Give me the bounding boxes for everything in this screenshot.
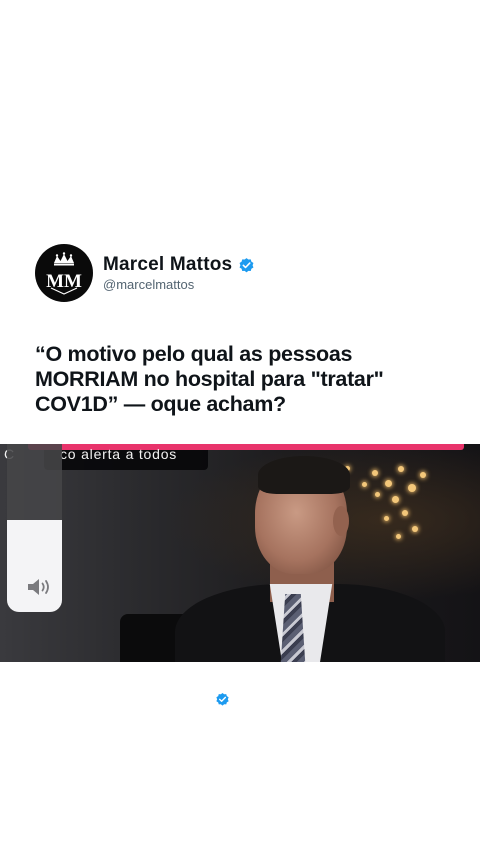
- bokeh-light: [384, 516, 389, 521]
- avatar-logo: MM: [46, 252, 82, 295]
- avatar[interactable]: MM: [35, 244, 93, 302]
- bokeh-light: [402, 510, 408, 516]
- volume-slider[interactable]: [7, 444, 62, 612]
- video-caption: co alerta a todos: [60, 446, 178, 462]
- bokeh-light: [385, 480, 392, 487]
- handle[interactable]: @marcelmattos: [103, 277, 255, 292]
- bokeh-light: [392, 496, 399, 503]
- name-block: Marcel Mattos @marcelmattos: [103, 254, 255, 292]
- screen: MM Marcel Mattos @marcelmattos “O motivo…: [0, 0, 480, 854]
- bokeh-light: [375, 492, 380, 497]
- bokeh-light: [396, 534, 401, 539]
- display-name[interactable]: Marcel Mattos: [103, 254, 232, 276]
- bokeh-light: [412, 526, 418, 532]
- volume-fill: [7, 519, 62, 612]
- bokeh-light: [420, 472, 426, 478]
- bokeh-light: [398, 466, 404, 472]
- person-hair: [258, 456, 350, 494]
- verified-badge-icon: [216, 692, 229, 706]
- person-ear: [333, 506, 349, 536]
- bokeh-light: [372, 470, 378, 476]
- bokeh-light: [362, 482, 367, 487]
- tweet-header: MM Marcel Mattos @marcelmattos: [35, 244, 255, 302]
- video-player[interactable]: [0, 444, 480, 662]
- bokeh-light: [408, 484, 416, 492]
- tweet-text: “O motivo pelo qual as pessoas MORRIAM n…: [35, 342, 384, 416]
- verified-badge-icon: [239, 257, 254, 272]
- speaker-icon[interactable]: [26, 576, 54, 598]
- name-row: Marcel Mattos: [103, 254, 255, 276]
